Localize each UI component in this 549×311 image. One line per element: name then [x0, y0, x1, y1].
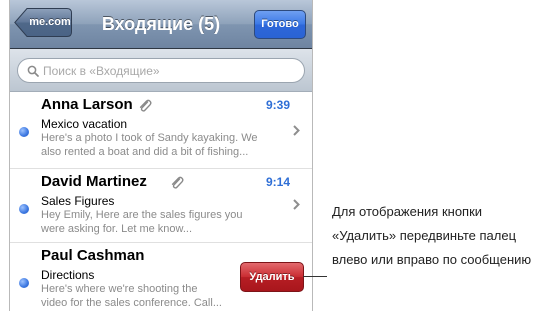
- message-subject: Mexico vacation: [41, 117, 128, 131]
- page-title: Входящие (5): [101, 14, 221, 34]
- message-preview: Hey Emily, Here are the sales figures yo…: [41, 208, 281, 236]
- unread-dot-icon: [19, 127, 29, 137]
- unread-dot-icon: [19, 278, 29, 288]
- search-icon: [27, 65, 39, 77]
- message-subject: Sales Figures: [41, 194, 115, 208]
- message-time: 9:14: [265, 175, 290, 189]
- message-preview-line: Here's a photo I took of Sandy kayaking.…: [41, 132, 258, 144]
- message-preview-line: also rented a boat and did a bit of fish…: [41, 146, 249, 158]
- message-time: 9:39: [265, 98, 290, 112]
- phone-screen: me.com Входящие (5) Готово Anna Larson 9…: [9, 0, 313, 311]
- search-input[interactable]: [43, 59, 293, 82]
- message-row[interactable]: David Martinez 9:14 Sales Figures Hey Em…: [10, 169, 312, 243]
- chevron-right-icon: [293, 125, 300, 136]
- done-button[interactable]: Готово: [254, 10, 306, 39]
- message-preview-line: Hey Emily, Here are the sales figures yo…: [41, 209, 243, 221]
- message-sender: Paul Cashman: [41, 247, 145, 264]
- message-preview: Here's a photo I took of Sandy kayaking.…: [41, 131, 281, 159]
- delete-button[interactable]: Удалить: [240, 262, 304, 292]
- message-row[interactable]: Anna Larson 9:39 Mexico vacation Here's …: [10, 92, 312, 169]
- message-preview-line: were asking for. Let me know...: [41, 223, 193, 235]
- message-subject: Directions: [41, 268, 95, 282]
- unread-dot-icon: [19, 204, 29, 214]
- message-preview: Here's where we're shooting the video fo…: [41, 282, 231, 310]
- chevron-right-icon: [293, 199, 300, 210]
- message-preview-line: video for the sales conference. Call...: [41, 297, 222, 309]
- navigation-bar: me.com Входящие (5) Готово: [10, 0, 312, 49]
- attachment-icon: [171, 176, 184, 189]
- message-sender: Anna Larson: [41, 96, 133, 113]
- message-preview-line: Here's where we're shooting the: [41, 283, 198, 295]
- callout-leader-line: [303, 276, 327, 277]
- message-sender: David Martinez: [41, 173, 147, 190]
- search-bar: [10, 49, 312, 92]
- search-field[interactable]: [17, 58, 305, 83]
- back-button[interactable]: me.com: [14, 8, 72, 37]
- back-button-label: me.com: [29, 16, 71, 28]
- attachment-icon: [139, 99, 152, 112]
- callout-text: Для отображения кнопки «Удалить» передви…: [332, 204, 532, 267]
